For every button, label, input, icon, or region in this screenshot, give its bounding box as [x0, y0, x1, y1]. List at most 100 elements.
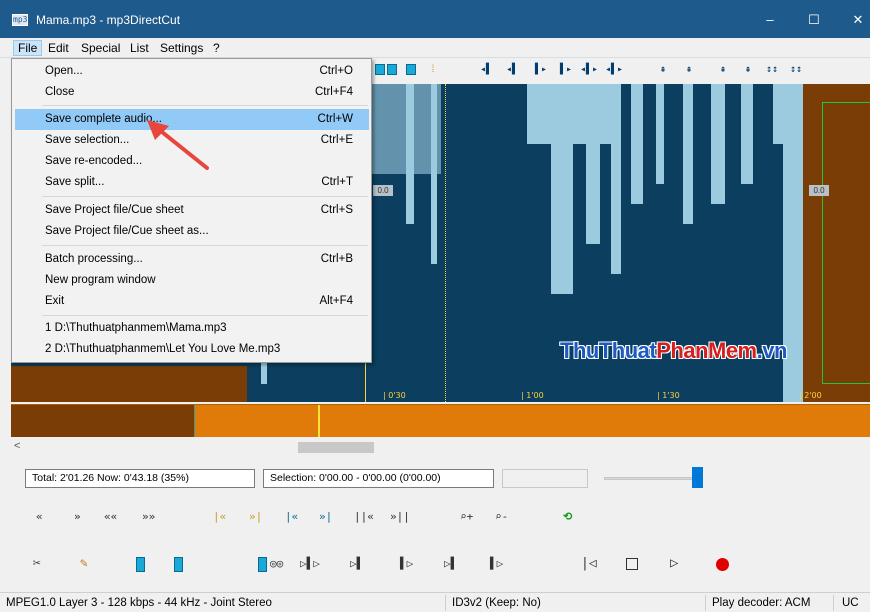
go-cue-end-icon[interactable]: »| — [319, 510, 332, 524]
menu-item-save-project-as[interactable]: Save Project file/Cue sheet as... — [15, 221, 369, 242]
toolbar-cue-both-icon[interactable]: ↕↕ — [766, 64, 778, 76]
block-start-icon[interactable] — [136, 557, 145, 572]
next-icon[interactable]: » — [74, 510, 81, 524]
waveform-peak — [631, 84, 643, 204]
block-end-icon[interactable] — [174, 557, 183, 572]
play-to-cursor-icon[interactable]: ▷▌ — [350, 557, 363, 571]
horizontal-scrollbar[interactable]: < — [11, 439, 870, 456]
go-sel-start-icon[interactable]: |« — [213, 510, 226, 524]
waveform-peak — [711, 84, 725, 204]
loop-icon[interactable]: ◎◎ — [270, 557, 283, 571]
annotation-arrow-icon — [147, 120, 209, 170]
toolbar-cue-icon[interactable]: ⇞ — [660, 64, 666, 76]
overview-strip[interactable] — [11, 404, 870, 437]
status-separator — [833, 595, 834, 611]
menu-separator — [42, 196, 368, 197]
menu-item-recent-1[interactable]: 1 D:\Thuthuatphanmem\Mama.mp3 — [15, 318, 369, 339]
menu-edit[interactable]: Edit — [44, 40, 73, 56]
play-from-cursor-icon[interactable]: ▌▷ — [400, 557, 413, 571]
volume-slider-thumb[interactable] — [692, 467, 703, 488]
go-sel-end-icon[interactable]: »| — [249, 510, 262, 524]
toolbar-move-left-icon[interactable]: ◂▌ — [506, 64, 518, 76]
waveform-peak — [683, 84, 693, 224]
toolbar-move-right-icon[interactable]: ▌▸ — [535, 64, 547, 76]
scissors-icon[interactable]: ✂ — [33, 557, 41, 571]
menu-file[interactable]: File — [13, 40, 43, 56]
menu-separator — [42, 315, 368, 316]
watermark: ThuThuatPhanMem.vn — [560, 338, 787, 363]
level-label: 0.0 — [809, 185, 829, 196]
waveform-peak — [551, 84, 573, 294]
status-bar: MPEG1.0 Layer 3 - 128 kbps - 44 kHz - Jo… — [0, 592, 870, 612]
cursor-line — [445, 84, 446, 402]
toolbar-block-icon[interactable] — [387, 64, 397, 75]
menu-help[interactable]: ? — [209, 40, 224, 56]
selection-border — [822, 102, 870, 384]
waveform-peak — [431, 84, 437, 264]
status-format: MPEG1.0 Layer 3 - 128 kbps - 44 kHz - Jo… — [6, 597, 272, 609]
toolbar-cue-icon[interactable]: ⇞ — [686, 64, 692, 76]
pencil-icon[interactable]: ✎ — [80, 557, 88, 571]
toolbar-cue-icon[interactable]: ⇞ — [745, 64, 751, 76]
level-label: 0.0 — [373, 185, 393, 196]
go-cue-start-icon[interactable]: |« — [285, 510, 298, 524]
fast-back-icon[interactable]: «« — [104, 510, 117, 524]
time-mark: | 0'30 — [383, 391, 406, 400]
close-button[interactable]: ✕ — [838, 8, 870, 32]
status-mode: UC — [842, 597, 859, 609]
total-time-field: Total: 2'01.26 Now: 0'43.18 (35%) — [25, 469, 255, 488]
fast-forward-icon[interactable]: »» — [142, 510, 155, 524]
waveform-peak — [773, 84, 783, 144]
menu-item-save-project[interactable]: Save Project file/Cue sheet Ctrl+S — [15, 200, 369, 221]
overview-cut-region — [11, 405, 195, 437]
menu-item-open[interactable]: Open... Ctrl+O — [15, 61, 369, 82]
skip-start-icon[interactable]: |◁ — [581, 557, 597, 571]
waveform-peak — [741, 84, 753, 184]
time-mark: | 1'00 — [521, 391, 544, 400]
status-tag: ID3v2 (Keep: No) — [452, 597, 541, 609]
scroll-left-icon[interactable]: < — [14, 440, 20, 452]
toolbar-marker-icon[interactable]: ⁞ — [430, 64, 436, 76]
play-selection-icon[interactable]: ▷▌▷ — [300, 557, 320, 571]
toolbar-move-left-icon[interactable]: ◂▌ — [480, 64, 492, 76]
toolbar-move-both-icon[interactable]: ◂▌▸ — [605, 64, 623, 76]
maximize-button[interactable]: ☐ — [794, 8, 834, 32]
status-decoder: Play decoder: ACM — [712, 597, 811, 609]
menu-item-exit[interactable]: Exit Alt+F4 — [15, 291, 369, 312]
selection-field: Selection: 0'00.00 - 0'00.00 (0'00.00) — [263, 469, 494, 488]
menu-item-new-window[interactable]: New program window — [15, 270, 369, 291]
go-end-icon[interactable]: »|| — [390, 510, 410, 524]
time-mark: | 1'30 — [657, 391, 680, 400]
menu-item-recent-2[interactable]: 2 D:\Thuthuatphanmem\Let You Love Me.mp3 — [15, 339, 369, 360]
toolbar-block-icon[interactable] — [406, 64, 416, 75]
loop-block-icon[interactable] — [258, 557, 267, 572]
play-icon[interactable]: ▷ — [670, 556, 678, 570]
waveform-peak — [406, 84, 414, 224]
menu-settings[interactable]: Settings — [156, 40, 207, 56]
toolbar-cue-icon[interactable]: ⇞ — [720, 64, 726, 76]
play-end-icon[interactable]: ▌▷ — [490, 557, 503, 571]
status-separator — [705, 595, 706, 611]
menu-list[interactable]: List — [126, 40, 153, 56]
record-icon[interactable] — [716, 558, 729, 571]
menu-special[interactable]: Special — [77, 40, 124, 56]
prev-icon[interactable]: « — [36, 510, 43, 524]
toolbar-cue-both-icon[interactable]: ↕↕ — [790, 64, 802, 76]
play-block-icon[interactable]: ▷▌ — [444, 557, 457, 571]
menu-item-batch-processing[interactable]: Batch processing... Ctrl+B — [15, 249, 369, 270]
stop-icon[interactable] — [626, 558, 638, 570]
minimize-button[interactable]: – — [750, 8, 790, 32]
zoom-out-icon[interactable]: ⌕- — [495, 510, 508, 524]
waveform-peak — [611, 84, 621, 274]
toolbar-block-icon[interactable] — [375, 64, 385, 75]
volume-slider-track[interactable] — [604, 477, 700, 480]
toolbar-move-right-icon[interactable]: ▌▸ — [560, 64, 572, 76]
undo-icon[interactable]: ⟲ — [563, 510, 572, 524]
scroll-thumb[interactable] — [298, 442, 374, 453]
zoom-in-icon[interactable]: ⌕+ — [460, 510, 473, 524]
menu-item-close[interactable]: Close Ctrl+F4 — [15, 82, 369, 103]
toolbar: ⁞ ◂▌ ◂▌ ▌▸ ▌▸ ◂▌▸ ◂▌▸ ⇞ ⇞ ⇞ ⇞ ↕↕ ↕↕ — [370, 58, 870, 83]
toolbar-move-both-icon[interactable]: ◂▌▸ — [580, 64, 598, 76]
menu-separator — [42, 105, 368, 106]
go-start-icon[interactable]: ||« — [354, 510, 374, 524]
